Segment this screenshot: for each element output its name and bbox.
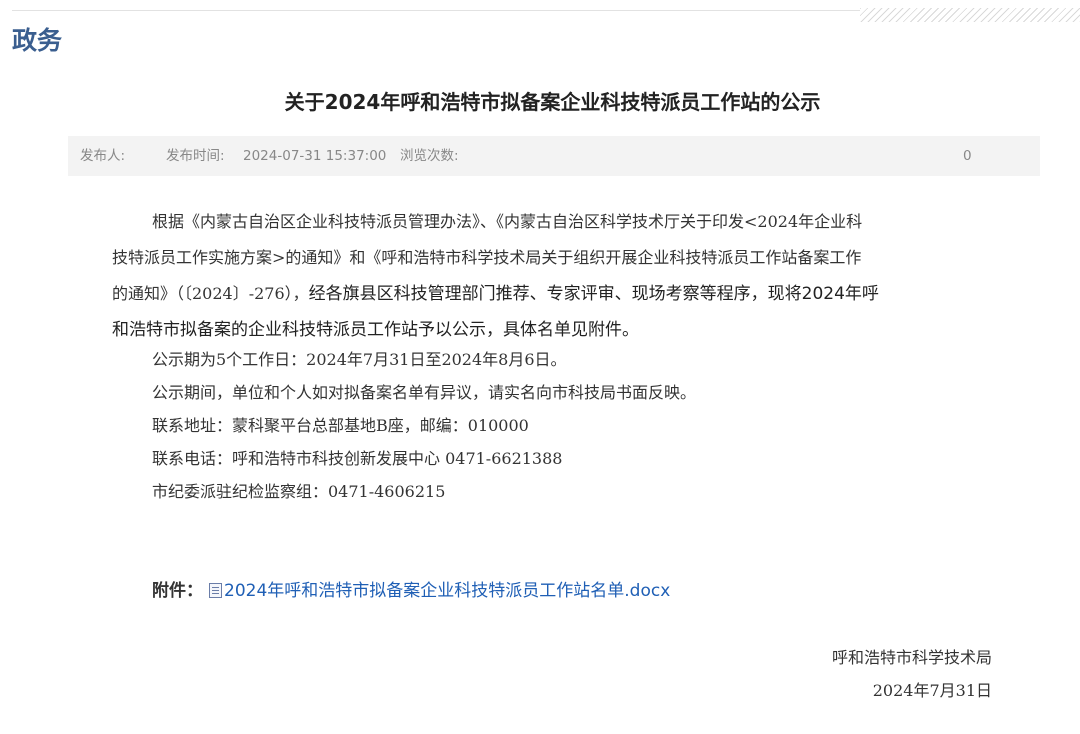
signature-org: 呼和浩特市科学技术局: [831, 648, 992, 667]
word-document-icon: [209, 583, 222, 598]
discipline-contact: 市纪委派驻纪检监察组：0471-4606215: [152, 482, 446, 501]
contact-phone: 联系电话：呼和浩特市科技创新发展中心 0471-6621388: [152, 449, 563, 468]
publish-time-value: 2024-07-31 15:37:00: [243, 148, 387, 164]
paragraph-line: 和浩特市拟备案的企业科技特派员工作站予以公示，具体名单见附件。: [112, 320, 639, 340]
notice-objection: 公示期间，单位和个人如对拟备案名单有异议，请实名向市科技局书面反映。: [152, 383, 697, 402]
attachment-label: 附件：: [152, 581, 203, 601]
contact-address: 联系地址：蒙科聚平台总部基地B座，邮编：010000: [152, 416, 529, 435]
decorative-hatch: [860, 8, 1080, 22]
paragraph-line: 技特派员工作实施方案>的通知》和《呼和浩特市科学技术局关于组织开展企业科技特派员…: [112, 248, 862, 267]
publish-time-label: 发布时间:: [166, 148, 225, 164]
paragraph-text: 经各旗县区科技管理部门推荐、专家评审、现场考察等程序，现将2024年呼: [308, 284, 879, 304]
publisher-label: 发布人:: [80, 148, 126, 164]
top-divider: [12, 10, 860, 11]
attachment-row: 附件： 2024年呼和浩特市拟备案企业科技特派员工作站名单.docx: [152, 575, 670, 607]
notice-period: 公示期为5个工作日：2024年7月31日至2024年8月6日。: [152, 350, 567, 369]
views-count: 0: [963, 148, 972, 164]
signature-date: 2024年7月31日: [872, 681, 992, 700]
paragraph-line: 根据《内蒙古自治区企业科技特派员管理办法》、《内蒙古自治区科学技术厅关于印发<2…: [152, 212, 863, 231]
section-title[interactable]: 政务: [12, 24, 62, 58]
paragraph-line: 的通知》（〔2024〕-276），经各旗县区科技管理部门推荐、专家评审、现场考察…: [112, 277, 879, 311]
views-label: 浏览次数:: [400, 148, 459, 164]
article-title: 关于2024年呼和浩特市拟备案企业科技特派员工作站的公示: [284, 90, 821, 114]
article-meta-bar: 发布人: 发布时间: 2024-07-31 15:37:00 浏览次数: 0: [68, 136, 1040, 176]
paragraph-text: 的通知》（〔2024〕-276），: [112, 284, 309, 303]
attachment-link[interactable]: 2024年呼和浩特市拟备案企业科技特派员工作站名单.docx: [224, 581, 670, 601]
